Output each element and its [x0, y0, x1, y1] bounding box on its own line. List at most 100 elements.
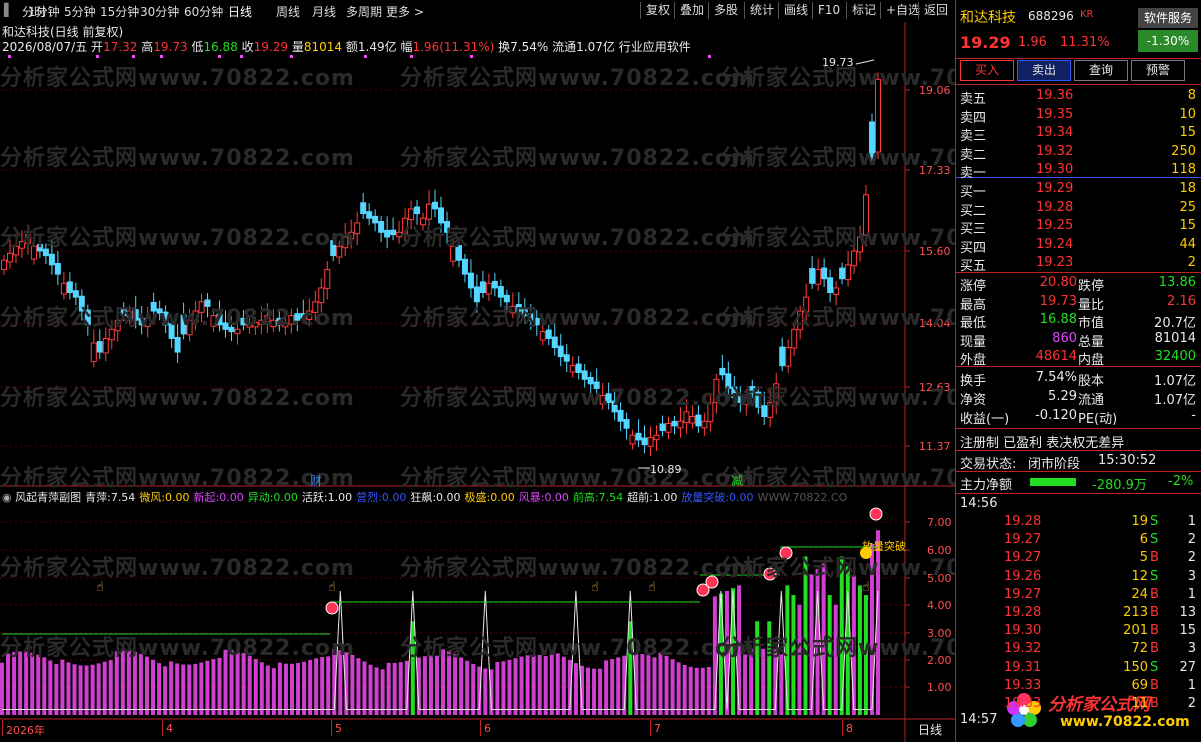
date-axis-period[interactable]: 日线: [918, 721, 942, 738]
tick-row[interactable]: 19.31 150 S 27: [956, 659, 1201, 678]
toolbar-button-6[interactable]: 标记: [846, 2, 881, 19]
indicator-menu-icon[interactable]: ◉: [2, 491, 15, 503]
tick-row[interactable]: 19.32 72 B 3: [956, 640, 1201, 659]
breakout-ball-icon: [869, 507, 883, 521]
stat2-label: PE(动): [1078, 412, 1118, 427]
tick-volume: 69: [1131, 677, 1148, 693]
bid-row[interactable]: 买二 19.28 25: [956, 199, 1201, 219]
indicator-axis-label: 4.00: [927, 599, 952, 612]
ask-row[interactable]: 卖二 19.32 250: [956, 143, 1201, 163]
toolbar-button-1[interactable]: 叠加: [674, 2, 709, 19]
tag-cai[interactable]: 财: [310, 472, 322, 489]
bid-row[interactable]: 买一 19.29 18: [956, 180, 1201, 200]
menu-item-10[interactable]: 更多 >: [386, 3, 424, 20]
bid-row[interactable]: 买四 19.24 44: [956, 236, 1201, 256]
ask-row[interactable]: 卖一 19.30 118: [956, 161, 1201, 181]
indicator-bar: [187, 664, 192, 715]
date-axis-tick: [480, 720, 481, 736]
tick-price: 19.27: [1004, 586, 1042, 602]
candle-body: [845, 264, 852, 281]
tick-side: B: [1150, 641, 1159, 657]
tick-row[interactable]: 19.27 6 S 2: [956, 531, 1201, 550]
tick-row[interactable]: 19.26 12 S 3: [956, 568, 1201, 587]
indicator-bar: [6, 653, 11, 715]
tick-row[interactable]: 19.33 11 B 2: [956, 695, 1201, 714]
date-axis-label: 6: [484, 722, 491, 735]
tick-row[interactable]: 19.27 24 B 1: [956, 586, 1201, 605]
trade-actions: 买入 卖出 查询 预警: [960, 60, 1200, 81]
menu-item-1[interactable]: 1分钟: [28, 3, 60, 20]
candle-body: [96, 341, 103, 353]
trade-time: 15:30:52: [1098, 453, 1157, 468]
stat-row[interactable]: 最低 16.88 市值 20.7亿: [956, 311, 1201, 331]
toolbar-button-3[interactable]: 统计: [744, 2, 779, 19]
trade-status-label: 交易状态:: [960, 457, 1017, 472]
indicator-bar: [616, 657, 621, 715]
low-value: 16.88: [203, 40, 238, 54]
indicator-bar: [72, 664, 77, 715]
tick-side: B: [1150, 696, 1159, 711]
trade-action-button-3[interactable]: 预警: [1131, 60, 1185, 81]
stat-label: 总量: [1078, 334, 1105, 350]
price-change-pct: 11.31%: [1060, 35, 1110, 50]
trade-action-button-1[interactable]: 卖出: [1017, 60, 1071, 81]
bid-price: 19.29: [1036, 181, 1074, 196]
sidebar-toggle-icon[interactable]: ▌: [4, 3, 13, 17]
stat2-row[interactable]: 收益(一) -0.120 PE(动) -: [956, 407, 1201, 427]
candle-body: [827, 277, 834, 294]
stat-row[interactable]: 最高 19.73 量比 2.16: [956, 293, 1201, 313]
ask-row[interactable]: 卖五 19.36 8: [956, 87, 1201, 107]
ask-row[interactable]: 卖四 19.35 10: [956, 106, 1201, 126]
indicator-bar: [586, 667, 591, 715]
stat-value: 81014: [1154, 330, 1196, 346]
toolbar-button-4[interactable]: 画线: [778, 2, 813, 19]
menu-item-8[interactable]: 月线: [312, 3, 336, 20]
menu-item-3[interactable]: 15分钟: [100, 3, 139, 20]
indicator-axis-label: 1.00: [927, 681, 952, 694]
stat-row[interactable]: 涨停 20.80 跌停 13.86: [956, 274, 1201, 294]
trade-action-button-0[interactable]: 买入: [960, 60, 1014, 81]
stat2-row[interactable]: 换手 7.54% 股本 1.07亿: [956, 369, 1201, 389]
menu-item-9[interactable]: 多周期: [346, 3, 382, 20]
tick-side: B: [1150, 605, 1159, 620]
tick-row[interactable]: 19.28 213 B 13: [956, 604, 1201, 623]
tick-volume: 5: [1139, 550, 1148, 566]
tick-count: 3: [1187, 568, 1196, 584]
menu-item-2[interactable]: 5分钟: [64, 3, 96, 20]
toolbar-button-2[interactable]: 多股: [708, 2, 743, 19]
ask-row[interactable]: 卖三 19.34 15: [956, 124, 1201, 144]
tick-row[interactable]: 19.33 69 B 1: [956, 677, 1201, 696]
indicator-item-5: 营烈:0.00: [356, 491, 407, 503]
date-axis-tick: [2, 720, 3, 736]
tick-side: S: [1150, 568, 1159, 584]
tick-row[interactable]: 19.28 19 S 1: [956, 513, 1201, 532]
software-service-button[interactable]: 软件服务: [1138, 8, 1198, 28]
toolbar-button-5[interactable]: F10: [812, 2, 845, 19]
tick-row[interactable]: 19.27 5 B 2: [956, 549, 1201, 568]
candle-body: [809, 268, 816, 284]
menu-item-6[interactable]: 日线: [228, 3, 252, 20]
trade-action-button-2[interactable]: 查询: [1074, 60, 1128, 81]
toolbar-button-0[interactable]: 复权: [640, 2, 675, 19]
indicator-bar: [706, 667, 711, 715]
menu-item-4[interactable]: 30分钟: [140, 3, 179, 20]
indicator-bar: [646, 655, 651, 715]
candle-body: [695, 414, 702, 427]
indicator-bar: [368, 664, 373, 715]
toolbar-button-8[interactable]: 返回: [918, 2, 953, 19]
bid-row[interactable]: 买五 19.23 2: [956, 254, 1201, 274]
candle-body: [6, 252, 13, 263]
indicator-bar: [30, 652, 35, 715]
tag-jian[interactable]: 减: [731, 472, 743, 489]
stat2-row[interactable]: 净资 5.29 流通 1.07亿: [956, 388, 1201, 408]
bid-row[interactable]: 买三 19.25 15: [956, 217, 1201, 237]
menu-item-7[interactable]: 周线: [276, 3, 300, 20]
candle-body: [497, 286, 504, 298]
stat-row[interactable]: 外盘 48614 内盘 32400: [956, 348, 1201, 368]
indicator-bar: [694, 667, 699, 715]
indicator-name: 风起青萍副图: [15, 491, 82, 503]
menu-item-5[interactable]: 60分钟: [184, 3, 223, 20]
stat-row[interactable]: 现量 860 总量 81014: [956, 330, 1201, 350]
indicator-bar: [181, 664, 186, 715]
tick-row[interactable]: 19.30 201 B 15: [956, 622, 1201, 641]
